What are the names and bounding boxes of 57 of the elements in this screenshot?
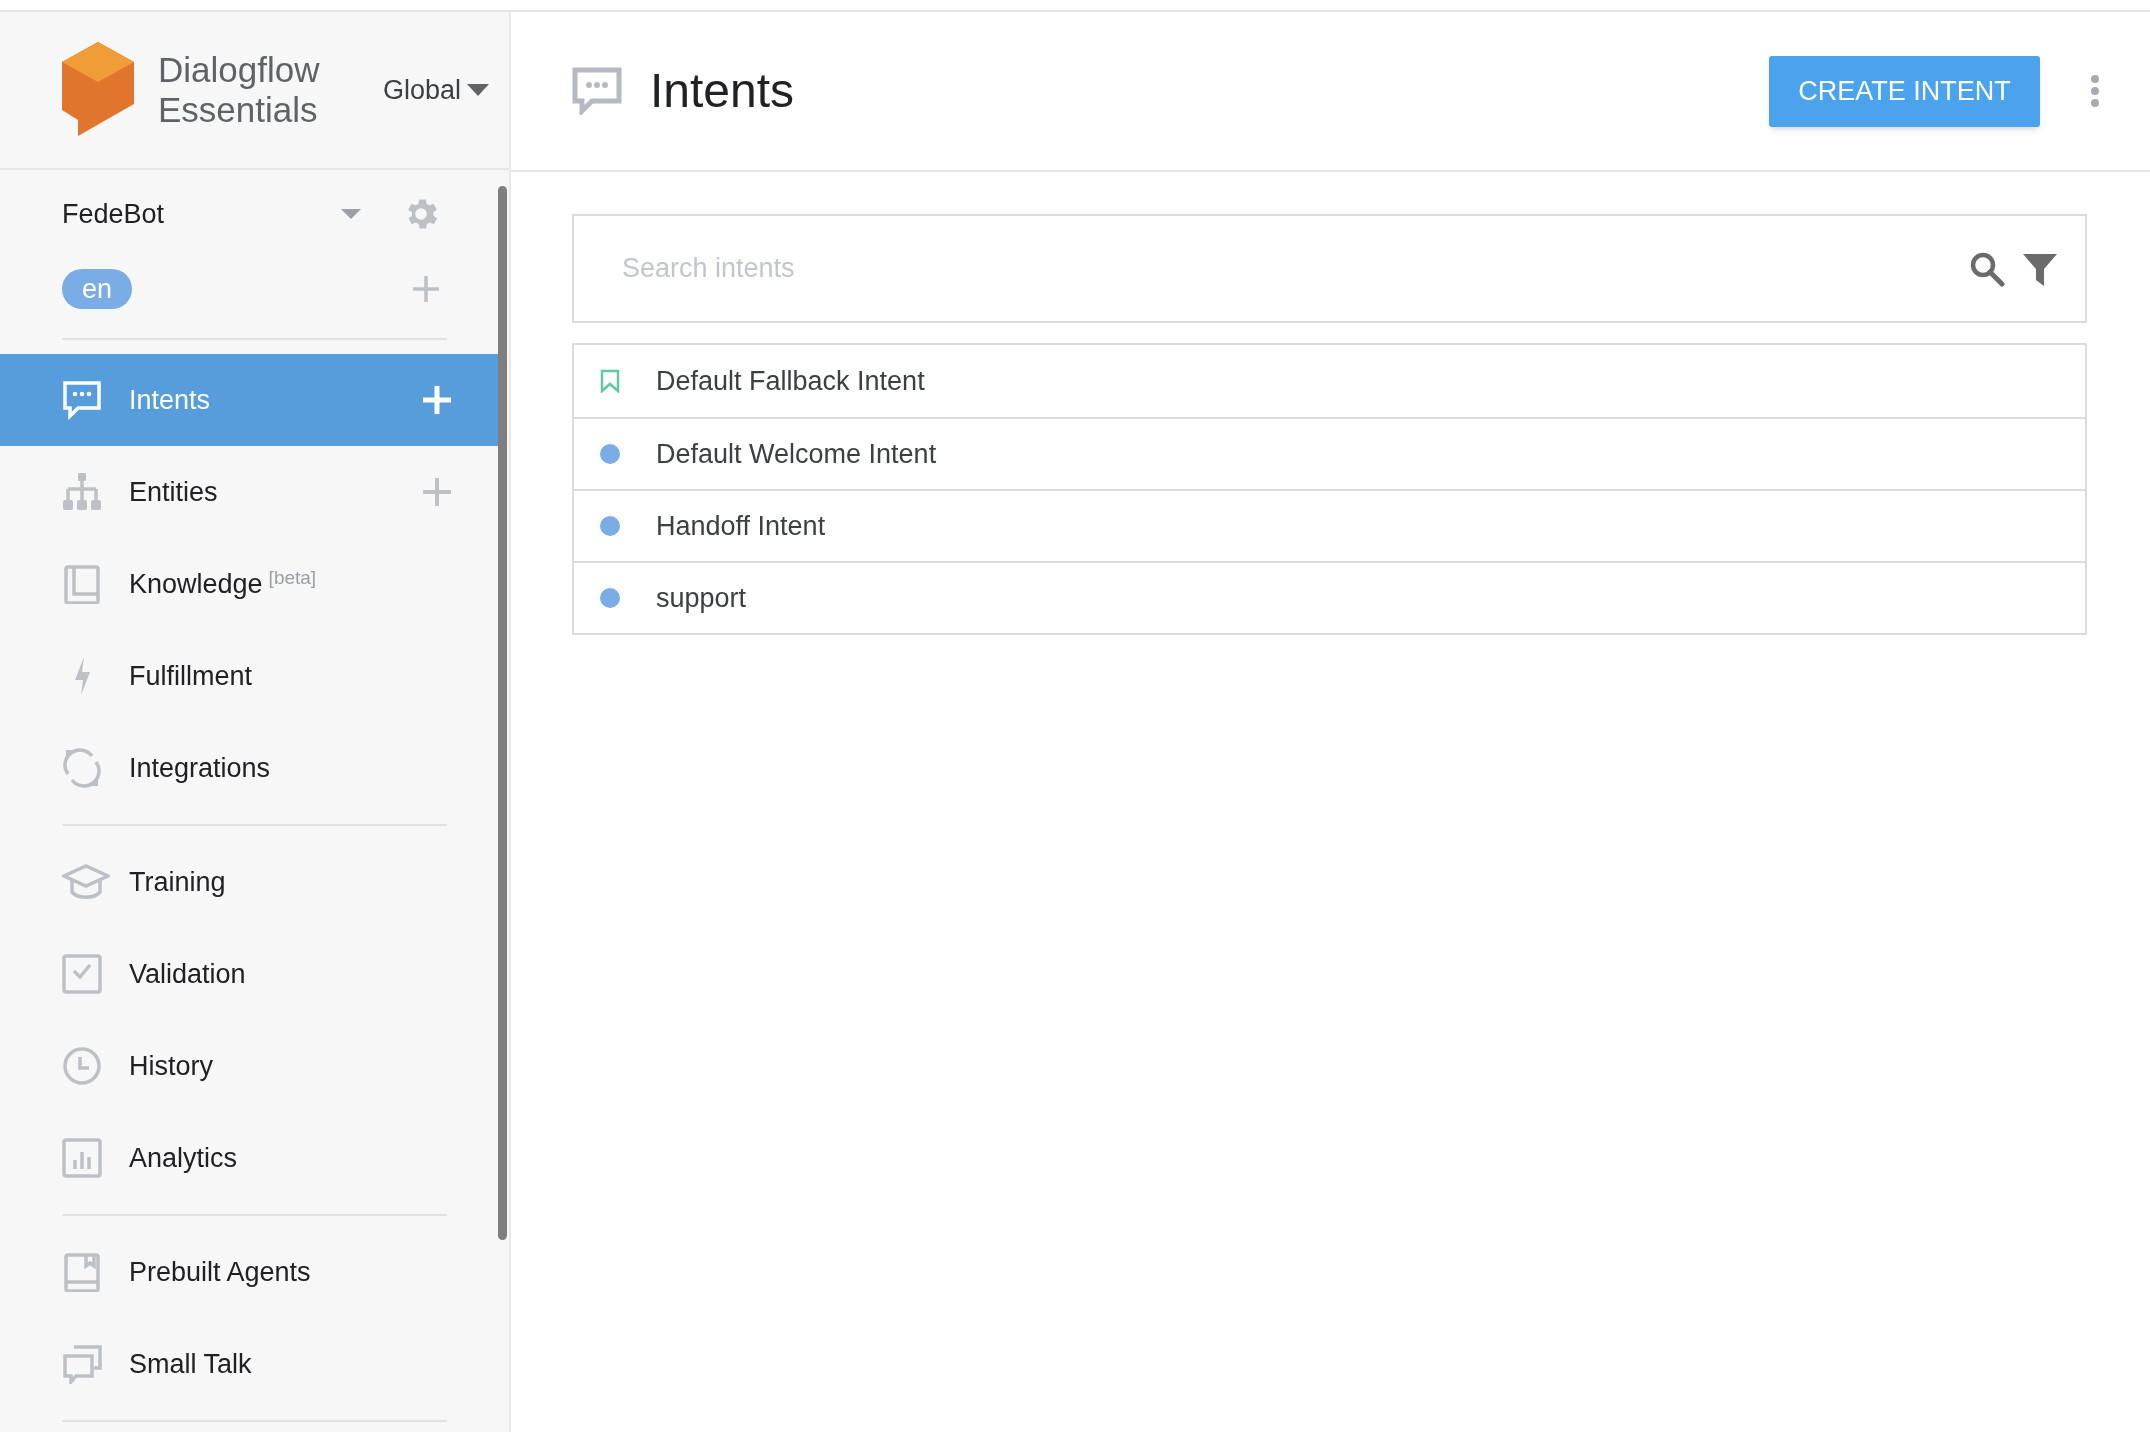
graduation-cap-icon bbox=[62, 862, 110, 902]
chat-icon bbox=[572, 67, 622, 115]
sidebar-item-label: Knowledge bbox=[129, 567, 263, 601]
sidebar-item[interactable]: Fulfillment bbox=[0, 630, 498, 722]
more-options-icon[interactable] bbox=[2090, 74, 2100, 108]
refresh-arrows-icon bbox=[62, 748, 102, 788]
sidebar-item-label: Intents bbox=[129, 383, 211, 417]
sidebar-item[interactable]: Analytics bbox=[0, 1112, 498, 1204]
page-title: Intents bbox=[650, 63, 795, 119]
sidebar-item[interactable]: Knowledge [beta] bbox=[0, 538, 498, 630]
intent-name: Default Welcome Intent bbox=[656, 437, 937, 471]
sidebar-item-label: Prebuilt Agents bbox=[129, 1255, 311, 1289]
sidebar-item[interactable]: Prebuilt Agents bbox=[0, 1226, 498, 1318]
beta-label: [beta] bbox=[268, 566, 317, 590]
caret-icon bbox=[467, 84, 489, 96]
book-icon bbox=[62, 1252, 102, 1292]
sidebar-item[interactable]: Integrations bbox=[0, 722, 498, 814]
sidebar-item-label: Fulfillment bbox=[129, 659, 253, 693]
sidebar-item-label: Analytics bbox=[129, 1141, 238, 1175]
sidebar-item-label: History bbox=[129, 1049, 213, 1083]
chat-bubbles-icon bbox=[62, 1344, 102, 1384]
bar-chart-icon bbox=[62, 1138, 102, 1178]
sidebar-item[interactable]: Small Talk bbox=[0, 1318, 498, 1410]
add-language-icon[interactable] bbox=[413, 276, 439, 303]
sidebar-item[interactable]: Training bbox=[0, 836, 498, 928]
scrollbar[interactable] bbox=[498, 186, 507, 1240]
add-icon[interactable] bbox=[422, 477, 452, 507]
intent-row[interactable]: support bbox=[574, 561, 2085, 633]
sidebar-item[interactable]: Entities bbox=[0, 446, 498, 538]
intent-row[interactable]: Default Welcome Intent bbox=[574, 417, 2085, 489]
filter-icon[interactable] bbox=[2023, 251, 2057, 286]
hierarchy-icon bbox=[62, 472, 102, 512]
sidebar-item-label: Integrations bbox=[129, 751, 271, 785]
search-field[interactable]: Search intents bbox=[572, 214, 2087, 323]
search-icon[interactable] bbox=[1969, 250, 2005, 287]
logo-icon bbox=[60, 42, 136, 138]
caret-icon bbox=[341, 209, 361, 220]
brand-name: Dialogflow bbox=[158, 50, 320, 90]
sidebar-item-label: Small Talk bbox=[129, 1347, 252, 1381]
intent-name: Handoff Intent bbox=[656, 509, 826, 543]
book-icon bbox=[62, 564, 102, 604]
chat-icon bbox=[62, 380, 102, 420]
sidebar-item-label: Validation bbox=[129, 957, 246, 991]
search-input[interactable]: Search intents bbox=[622, 248, 1969, 289]
sidebar-item[interactable]: Validation bbox=[0, 928, 498, 1020]
intent-name: support bbox=[656, 581, 747, 615]
sidebar-item[interactable]: History bbox=[0, 1020, 498, 1112]
checked-box-icon bbox=[62, 954, 102, 994]
intent-name: Default Fallback Intent bbox=[656, 364, 925, 398]
region-dropdown[interactable]: Global bbox=[382, 69, 489, 111]
clock-icon bbox=[62, 1046, 102, 1086]
sidebar-item-label: Entities bbox=[129, 475, 218, 509]
brand-name: Essentials bbox=[158, 90, 319, 130]
intent-row[interactable]: Handoff Intent bbox=[574, 489, 2085, 561]
sidebar-item-label: Training bbox=[129, 865, 226, 899]
agent-selector[interactable]: FedeBot bbox=[62, 194, 401, 235]
intent-row[interactable]: Default Fallback Intent bbox=[574, 345, 2085, 417]
